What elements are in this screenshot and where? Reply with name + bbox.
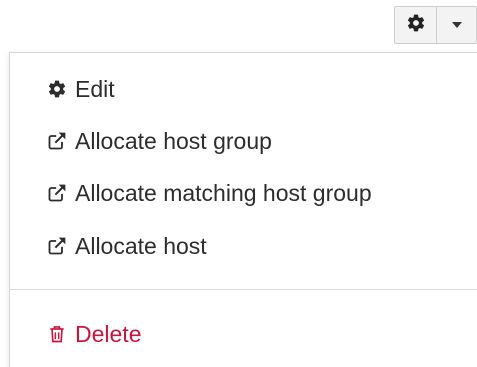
menu-item-label: Edit	[75, 75, 115, 102]
menu-item-label: Allocate host	[75, 232, 207, 259]
caret-down-icon	[451, 22, 462, 28]
actions-dropdown-menu: Edit Allocate host group Allocate matchi…	[9, 52, 477, 367]
menu-divider	[10, 289, 477, 290]
gear-icon	[406, 13, 426, 38]
gear-icon	[46, 78, 68, 100]
external-link-icon	[46, 235, 68, 257]
screen: Edit Allocate host group Allocate matchi…	[0, 0, 477, 367]
menu-item-allocate-host-group[interactable]: Allocate host group	[46, 123, 272, 159]
external-link-icon	[46, 130, 68, 152]
menu-item-label: Allocate matching host group	[75, 179, 372, 206]
menu-item-allocate-host[interactable]: Allocate host	[46, 228, 207, 264]
menu-item-allocate-matching-host-group[interactable]: Allocate matching host group	[46, 175, 372, 211]
menu-item-edit[interactable]: Edit	[46, 71, 115, 107]
menu-item-delete[interactable]: Delete	[46, 316, 141, 352]
external-link-icon	[46, 182, 68, 204]
dropdown-toggle-button[interactable]	[436, 6, 477, 44]
actions-split-button	[394, 6, 477, 44]
trash-icon	[46, 323, 68, 345]
settings-button[interactable]	[394, 6, 436, 44]
menu-item-label: Delete	[75, 320, 142, 347]
menu-item-label: Allocate host group	[75, 127, 272, 154]
